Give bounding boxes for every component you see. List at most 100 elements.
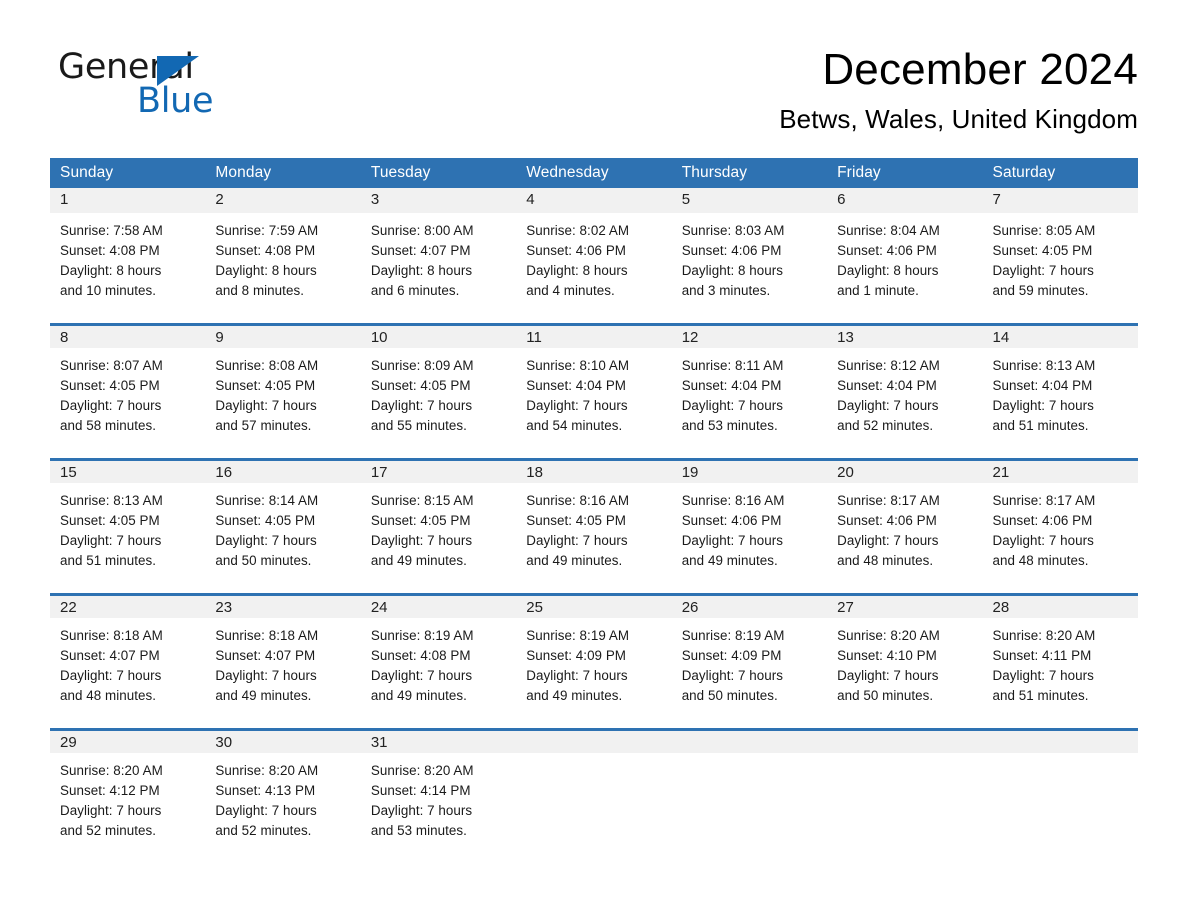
sunset-text: Sunset: 4:04 PM	[681, 378, 782, 393]
day-cell[interactable]: Sunrise: 8:20 AM Sunset: 4:10 PM Dayligh…	[827, 618, 982, 728]
day-cell[interactable]: Sunrise: 8:13 AM Sunset: 4:05 PM Dayligh…	[50, 483, 205, 593]
sunrise-text: Sunrise: 8:20 AM	[370, 763, 474, 778]
sunset-text: Sunset: 4:05 PM	[526, 513, 627, 528]
daylight-text: Daylight: 8 hours	[681, 263, 784, 278]
day-cell[interactable]: Sunrise: 8:18 AM Sunset: 4:07 PM Dayligh…	[205, 618, 360, 728]
day-cell[interactable]: Sunrise: 8:18 AM Sunset: 4:07 PM Dayligh…	[50, 618, 205, 728]
day-number[interactable]: 29	[50, 731, 205, 753]
day-cell[interactable]: Sunrise: 8:11 AM Sunset: 4:04 PM Dayligh…	[672, 348, 827, 458]
day-number[interactable]: 26	[672, 596, 827, 618]
day-cell[interactable]: Sunrise: 8:02 AM Sunset: 4:06 PM Dayligh…	[516, 213, 671, 323]
day-cell[interactable]: Sunrise: 8:14 AM Sunset: 4:05 PM Dayligh…	[205, 483, 360, 593]
daylight-text-cont: and 55 minutes.	[370, 418, 467, 433]
day-number[interactable]: 1	[50, 188, 205, 210]
sunrise-text: Sunrise: 8:11 AM	[681, 358, 784, 373]
sunset-text: Sunset: 4:09 PM	[681, 648, 782, 663]
day-number[interactable]: 7	[983, 188, 1138, 210]
day-cell[interactable]: Sunrise: 8:07 AM Sunset: 4:05 PM Dayligh…	[50, 348, 205, 458]
day-number[interactable]: 4	[516, 188, 671, 210]
day-number[interactable]: 13	[827, 326, 982, 348]
sunrise-text: Sunrise: 8:20 AM	[837, 628, 940, 643]
week-detail-band: Sunrise: 8:13 AM Sunset: 4:05 PM Dayligh…	[50, 483, 1138, 593]
sunset-text: Sunset: 4:06 PM	[681, 243, 782, 258]
day-number[interactable]: 28	[983, 596, 1138, 618]
daylight-text-cont: and 51 minutes.	[60, 553, 157, 568]
day-cell[interactable]: Sunrise: 8:08 AM Sunset: 4:05 PM Dayligh…	[205, 348, 360, 458]
daylight-text: Daylight: 7 hours	[837, 533, 939, 548]
day-cell[interactable]: Sunrise: 7:58 AM Sunset: 4:08 PM Dayligh…	[50, 213, 205, 323]
daylight-text-cont: and 49 minutes.	[526, 553, 623, 568]
day-cell[interactable]: Sunrise: 8:20 AM Sunset: 4:11 PM Dayligh…	[983, 618, 1138, 728]
sunset-text: Sunset: 4:05 PM	[60, 378, 160, 393]
daylight-text-cont: and 48 minutes.	[60, 688, 157, 703]
day-cell[interactable]: Sunrise: 8:00 AM Sunset: 4:07 PM Dayligh…	[361, 213, 516, 323]
day-cell[interactable]: Sunrise: 8:19 AM Sunset: 4:09 PM Dayligh…	[516, 618, 671, 728]
day-number[interactable]: 2	[205, 188, 360, 210]
day-cell[interactable]: Sunrise: 8:16 AM Sunset: 4:05 PM Dayligh…	[516, 483, 671, 593]
day-cell[interactable]: Sunrise: 8:09 AM Sunset: 4:05 PM Dayligh…	[361, 348, 516, 458]
day-number[interactable]: 8	[50, 326, 205, 348]
day-cell[interactable]: Sunrise: 8:12 AM Sunset: 4:04 PM Dayligh…	[827, 348, 982, 458]
sunset-text: Sunset: 4:06 PM	[526, 243, 627, 258]
day-number[interactable]: 15	[50, 461, 205, 483]
day-number[interactable]: 27	[827, 596, 982, 618]
day-number[interactable]: 18	[516, 461, 671, 483]
daylight-text-cont: and 51 minutes.	[992, 418, 1089, 433]
day-number[interactable]: 19	[672, 461, 827, 483]
day-cell[interactable]: Sunrise: 8:17 AM Sunset: 4:06 PM Dayligh…	[983, 483, 1138, 593]
sunset-text: Sunset: 4:06 PM	[837, 513, 937, 528]
day-number[interactable]: 3	[361, 188, 516, 210]
title-block: December 2024 Betws, Wales, United Kingd…	[438, 44, 1138, 134]
sunrise-text: Sunrise: 8:04 AM	[837, 223, 940, 238]
day-number[interactable]: 24	[361, 596, 516, 618]
daylight-text: Daylight: 7 hours	[60, 803, 162, 818]
day-number-empty	[983, 731, 1138, 753]
week-date-number-band: 22 23 24 25 26 27 28	[50, 593, 1138, 618]
day-cell[interactable]: Sunrise: 8:20 AM Sunset: 4:13 PM Dayligh…	[205, 753, 360, 863]
sunset-text: Sunset: 4:04 PM	[992, 378, 1093, 393]
daylight-text-cont: and 54 minutes.	[526, 418, 623, 433]
day-number[interactable]: 14	[983, 326, 1138, 348]
day-cell[interactable]: Sunrise: 8:17 AM Sunset: 4:06 PM Dayligh…	[827, 483, 982, 593]
day-cell[interactable]: Sunrise: 8:19 AM Sunset: 4:09 PM Dayligh…	[672, 618, 827, 728]
day-number[interactable]: 21	[983, 461, 1138, 483]
sunset-text: Sunset: 4:06 PM	[681, 513, 782, 528]
day-number[interactable]: 22	[50, 596, 205, 618]
daylight-text-cont: and 50 minutes.	[681, 688, 778, 703]
general-blue-logo: General Blue	[58, 50, 258, 126]
day-cell[interactable]: Sunrise: 8:05 AM Sunset: 4:05 PM Dayligh…	[983, 213, 1138, 323]
day-cell[interactable]: Sunrise: 8:13 AM Sunset: 4:04 PM Dayligh…	[983, 348, 1138, 458]
daylight-text-cont: and 10 minutes.	[60, 283, 157, 298]
day-cell[interactable]: Sunrise: 8:10 AM Sunset: 4:04 PM Dayligh…	[516, 348, 671, 458]
day-number[interactable]: 10	[361, 326, 516, 348]
calendar-week-row: 22 23 24 25 26 27 28 Sunrise: 8:18 AM Su…	[50, 593, 1138, 728]
day-cell[interactable]: Sunrise: 7:59 AM Sunset: 4:08 PM Dayligh…	[205, 213, 360, 323]
day-number[interactable]: 16	[205, 461, 360, 483]
day-number[interactable]: 31	[361, 731, 516, 753]
sunset-text: Sunset: 4:07 PM	[60, 648, 160, 663]
day-cell[interactable]: Sunrise: 8:15 AM Sunset: 4:05 PM Dayligh…	[361, 483, 516, 593]
day-number[interactable]: 12	[672, 326, 827, 348]
sunrise-text: Sunrise: 8:05 AM	[992, 223, 1096, 238]
sunrise-text: Sunrise: 7:59 AM	[215, 223, 319, 238]
day-number[interactable]: 9	[205, 326, 360, 348]
sunrise-text: Sunrise: 7:58 AM	[60, 223, 163, 238]
day-number[interactable]: 11	[516, 326, 671, 348]
daylight-text-cont: and 59 minutes.	[992, 283, 1089, 298]
day-number[interactable]: 6	[827, 188, 982, 210]
day-cell[interactable]: Sunrise: 8:19 AM Sunset: 4:08 PM Dayligh…	[361, 618, 516, 728]
day-number[interactable]: 25	[516, 596, 671, 618]
day-number[interactable]: 20	[827, 461, 982, 483]
day-number[interactable]: 5	[672, 188, 827, 210]
day-cell[interactable]: Sunrise: 8:16 AM Sunset: 4:06 PM Dayligh…	[672, 483, 827, 593]
sunset-text: Sunset: 4:08 PM	[215, 243, 316, 258]
day-cell[interactable]: Sunrise: 8:04 AM Sunset: 4:06 PM Dayligh…	[827, 213, 982, 323]
day-number[interactable]: 30	[205, 731, 360, 753]
daylight-text: Daylight: 7 hours	[992, 263, 1094, 278]
day-cell[interactable]: Sunrise: 8:03 AM Sunset: 4:06 PM Dayligh…	[672, 213, 827, 323]
day-cell[interactable]: Sunrise: 8:20 AM Sunset: 4:12 PM Dayligh…	[50, 753, 205, 863]
daylight-text-cont: and 57 minutes.	[215, 418, 312, 433]
day-number[interactable]: 17	[361, 461, 516, 483]
day-cell[interactable]: Sunrise: 8:20 AM Sunset: 4:14 PM Dayligh…	[361, 753, 516, 863]
day-number[interactable]: 23	[205, 596, 360, 618]
